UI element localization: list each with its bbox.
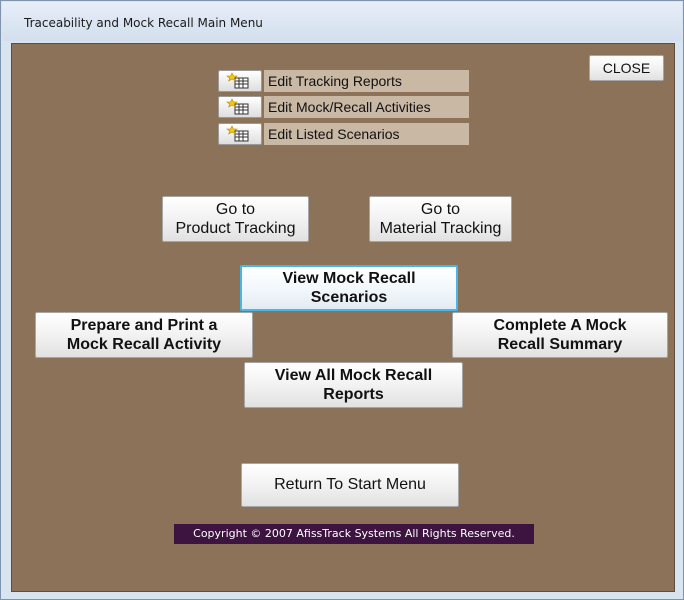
form-edit-icon	[226, 98, 249, 115]
edit-mock-recall-activities-button[interactable]	[218, 96, 262, 118]
app-window: Traceability and Mock Recall Main Menu C…	[0, 0, 684, 600]
edit-listed-scenarios-label: Edit Listed Scenarios	[264, 123, 469, 145]
view-mock-recall-scenarios-label: View Mock Recall Scenarios	[282, 269, 416, 306]
form-edit-icon	[226, 125, 249, 142]
go-to-product-tracking-button[interactable]: Go to Product Tracking	[162, 196, 309, 242]
close-button-label: CLOSE	[602, 59, 651, 76]
edit-listed-scenarios-button[interactable]	[218, 123, 262, 145]
go-to-material-tracking-label: Go to Material Tracking	[379, 200, 502, 237]
main-menu-form: CLOSE Edit Tracking Reports Edit Mock/Re…	[11, 43, 675, 592]
view-all-mock-recall-reports-label: View All Mock Recall Reports	[274, 366, 433, 403]
prepare-print-mock-recall-button[interactable]: Prepare and Print a Mock Recall Activity	[35, 312, 253, 358]
edit-tracking-reports-button[interactable]	[218, 70, 262, 92]
complete-mock-recall-summary-label: Complete A Mock Recall Summary	[493, 316, 627, 353]
view-mock-recall-scenarios-button[interactable]: View Mock Recall Scenarios	[240, 265, 458, 311]
view-all-mock-recall-reports-button[interactable]: View All Mock Recall Reports	[244, 362, 463, 408]
return-to-start-menu-button[interactable]: Return To Start Menu	[241, 463, 459, 507]
edit-tracking-reports-row: Edit Tracking Reports	[218, 70, 473, 94]
return-to-start-menu-label: Return To Start Menu	[274, 476, 426, 494]
copyright-notice: Copyright © 2007 AfissTrack Systems All …	[174, 524, 534, 544]
edit-listed-scenarios-row: Edit Listed Scenarios	[218, 123, 473, 147]
go-to-product-tracking-label: Go to Product Tracking	[175, 200, 296, 237]
title-bar[interactable]: Traceability and Mock Recall Main Menu	[2, 2, 682, 41]
go-to-material-tracking-button[interactable]: Go to Material Tracking	[369, 196, 512, 242]
prepare-print-mock-recall-label: Prepare and Print a Mock Recall Activity	[66, 316, 222, 353]
edit-mock-recall-activities-row: Edit Mock/Recall Activities	[218, 96, 473, 120]
form-edit-icon	[226, 72, 249, 89]
window-title: Traceability and Mock Recall Main Menu	[24, 16, 263, 30]
edit-tracking-reports-label: Edit Tracking Reports	[264, 70, 469, 92]
complete-mock-recall-summary-button[interactable]: Complete A Mock Recall Summary	[452, 312, 668, 358]
edit-mock-recall-activities-label: Edit Mock/Recall Activities	[264, 96, 469, 118]
close-button[interactable]: CLOSE	[589, 55, 664, 81]
